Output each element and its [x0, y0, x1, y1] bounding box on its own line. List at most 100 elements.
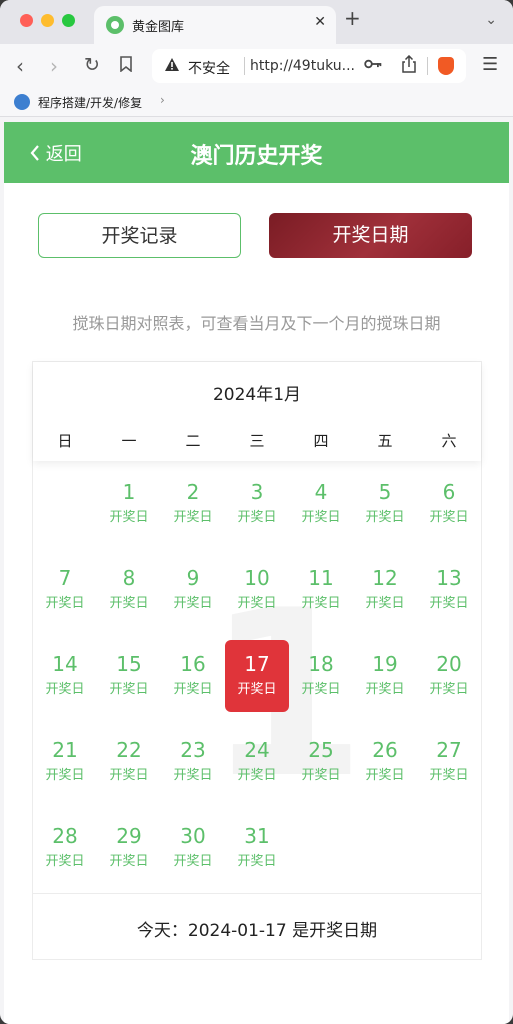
day-draw-label: 开奖日: [109, 682, 149, 697]
hamburger-menu-icon[interactable]: ☰: [482, 54, 498, 75]
address-bar[interactable]: 不安全 http://49tuku...: [152, 49, 466, 83]
weekday-header: 日: [57, 432, 73, 450]
calendar-day[interactable]: 20 开奖日: [417, 640, 481, 712]
calendar-day[interactable]: 26 开奖日: [353, 726, 417, 798]
day-number: 5: [378, 480, 392, 504]
day-draw-label: 开奖日: [109, 768, 149, 783]
minimize-window-button[interactable]: [41, 14, 54, 27]
bookmark-favicon-icon: [14, 94, 30, 110]
calendar-day[interactable]: 30 开奖日: [161, 812, 225, 884]
draw-dates-button[interactable]: 开奖日期: [269, 213, 472, 258]
day-number: 24: [244, 738, 270, 762]
day-number: 13: [436, 566, 462, 590]
day-draw-label: 开奖日: [429, 768, 469, 783]
calendar-day[interactable]: 8 开奖日: [97, 554, 161, 626]
warning-icon[interactable]: [164, 57, 180, 76]
security-label[interactable]: 不安全: [188, 58, 230, 78]
records-button[interactable]: 开奖记录: [38, 213, 241, 258]
calendar-day[interactable]: 27 开奖日: [417, 726, 481, 798]
weekday-header: 六: [441, 432, 457, 450]
calendar-day[interactable]: 5 开奖日: [353, 468, 417, 540]
today-bar: 今天：2024-01-17 是开奖日期: [33, 893, 481, 960]
calendar-day[interactable]: 12 开奖日: [353, 554, 417, 626]
page-title: 澳门历史开奖: [190, 144, 323, 169]
calendar-day[interactable]: 11 开奖日: [289, 554, 353, 626]
calendar-day[interactable]: 14 开奖日: [33, 640, 97, 712]
tab-close-icon[interactable]: ✕: [314, 14, 326, 30]
day-number: 26: [372, 738, 398, 762]
tab-list-chevron-icon[interactable]: ⌄: [485, 12, 497, 28]
bookmark-item[interactable]: 程序搭建/开发/修复: [38, 94, 142, 111]
day-draw-label: 开奖日: [237, 854, 277, 869]
brave-lion-icon[interactable]: [438, 57, 454, 75]
calendar-day[interactable]: 4 开奖日: [289, 468, 353, 540]
calendar-day[interactable]: 24 开奖日: [225, 726, 289, 798]
calendar-day[interactable]: 1 开奖日: [97, 468, 161, 540]
calendar-description: 搅珠日期对照表，可查看当月及下一个月的搅珠日期: [72, 314, 441, 333]
browser-window: 黄金图库 ✕ + ⌄ ‹ › ↻ 不安全 http://49tuku... ☰ …: [0, 0, 513, 1024]
today-text: 今天：2024-01-17 是开奖日期: [136, 921, 378, 941]
day-number: 9: [186, 566, 200, 590]
tab-title: 黄金图库: [132, 20, 185, 35]
weekday-header: 五: [377, 432, 393, 450]
calendar-day[interactable]: 10 开奖日: [225, 554, 289, 626]
active-tab[interactable]: 黄金图库 ✕: [94, 6, 336, 44]
day-draw-label: 开奖日: [237, 510, 277, 525]
day-draw-label: 开奖日: [173, 510, 213, 525]
calendar-day[interactable]: 18 开奖日: [289, 640, 353, 712]
close-window-button[interactable]: [20, 14, 33, 27]
day-draw-label: 开奖日: [173, 768, 213, 783]
day-number: 12: [372, 566, 398, 590]
day-number: 6: [442, 480, 456, 504]
key-icon[interactable]: [364, 56, 382, 74]
address-separator-2: [427, 57, 428, 75]
reload-icon[interactable]: ↻: [84, 54, 100, 76]
bookmark-icon[interactable]: [120, 56, 132, 76]
calendar-day[interactable]: 3 开奖日: [225, 468, 289, 540]
day-draw-label: 开奖日: [301, 768, 341, 783]
day-draw-label: 开奖日: [429, 510, 469, 525]
zoom-window-button[interactable]: [62, 14, 75, 27]
calendar-day[interactable]: 9 开奖日: [161, 554, 225, 626]
day-draw-label: 开奖日: [173, 682, 213, 697]
back-arrow-icon[interactable]: ‹: [16, 54, 24, 78]
calendar-day[interactable]: 7 开奖日: [33, 554, 97, 626]
day-number: 30: [180, 824, 206, 848]
calendar-day[interactable]: 6 开奖日: [417, 468, 481, 540]
calendar-day[interactable]: 15 开奖日: [97, 640, 161, 712]
day-number: 22: [116, 738, 142, 762]
tab-strip: 黄金图库 ✕ + ⌄: [0, 0, 513, 44]
calendar-day[interactable]: 31 开奖日: [225, 812, 289, 884]
day-number: 14: [52, 652, 78, 676]
calendar-day[interactable]: 29 开奖日: [97, 812, 161, 884]
weekday-header: 三: [249, 432, 265, 450]
calendar-day[interactable]: 2 开奖日: [161, 468, 225, 540]
calendar-day[interactable]: 22 开奖日: [97, 726, 161, 798]
forward-arrow-icon[interactable]: ›: [50, 54, 58, 78]
day-draw-label: 开奖日: [365, 768, 405, 783]
day-number: 17: [244, 652, 270, 676]
share-icon[interactable]: [402, 54, 416, 77]
bookmarks-bar: 程序搭建/开发/修复 ›: [0, 88, 513, 117]
day-draw-label: 开奖日: [365, 682, 405, 697]
calendar-day[interactable]: 23 开奖日: [161, 726, 225, 798]
calendar-day[interactable]: 25 开奖日: [289, 726, 353, 798]
calendar-day[interactable]: 28 开奖日: [33, 812, 97, 884]
day-draw-label: 开奖日: [45, 682, 85, 697]
bookmark-overflow-icon[interactable]: ›: [160, 93, 165, 107]
day-draw-label: 开奖日: [45, 768, 85, 783]
calendar-day-today[interactable]: 17 开奖日: [225, 640, 289, 712]
day-draw-label: 开奖日: [173, 596, 213, 611]
new-tab-button[interactable]: +: [344, 6, 361, 30]
calendar-day[interactable]: 21 开奖日: [33, 726, 97, 798]
calendar-day[interactable]: 19 开奖日: [353, 640, 417, 712]
day-draw-label: 开奖日: [109, 854, 149, 869]
day-number: 11: [308, 566, 334, 590]
draw-calendar: 2024年1月 日 一 二 三 四 五 六 1 今天：2024-01-17 是开奖日期 1 开…: [32, 361, 482, 960]
day-number: 15: [116, 652, 142, 676]
day-number: 4: [314, 480, 328, 504]
calendar-day[interactable]: 13 开奖日: [417, 554, 481, 626]
url-text[interactable]: http://49tuku...: [250, 58, 355, 74]
calendar-day[interactable]: 16 开奖日: [161, 640, 225, 712]
day-number: 27: [436, 738, 462, 762]
